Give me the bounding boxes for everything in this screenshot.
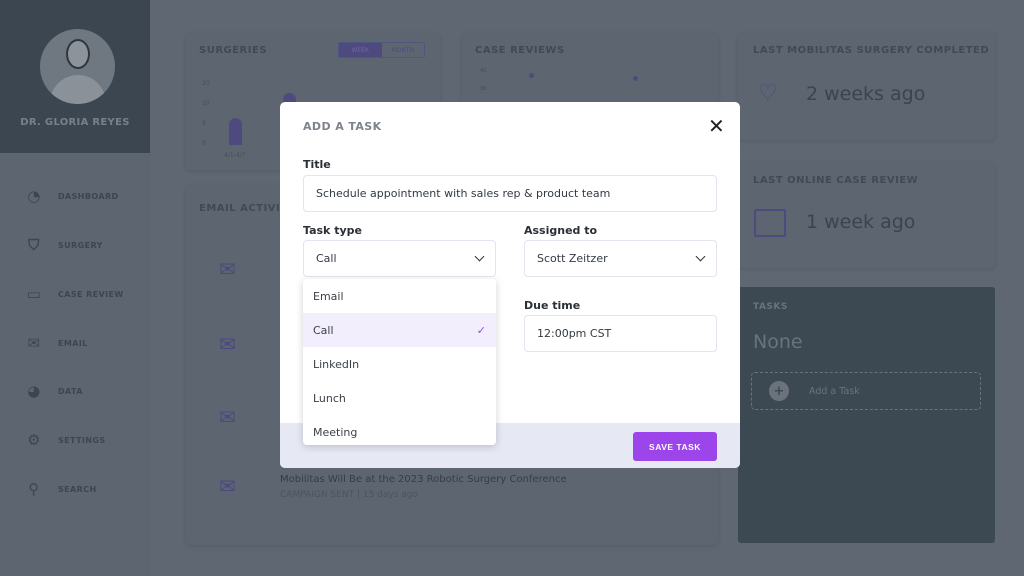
y-tick: 0 — [202, 140, 206, 147]
option-meeting[interactable]: Meeting — [303, 415, 496, 449]
y-tick: 5 — [202, 120, 206, 127]
card-title: CASE REVIEWS — [475, 45, 565, 56]
y-tick: 40 — [480, 68, 487, 74]
envelope-icon: ✉ — [219, 405, 236, 429]
nav-label: DASHBOARD — [58, 191, 119, 201]
bar — [229, 118, 242, 145]
nav-label: SURGERY — [58, 240, 103, 250]
nav-label: SETTINGS — [58, 435, 106, 445]
sidebar-item-email[interactable]: ✉ EMAIL — [24, 333, 150, 353]
save-task-button[interactable]: SAVE TASK — [633, 432, 717, 461]
add-task-button[interactable]: + Add a Task — [751, 372, 981, 410]
doctor-name: DR. GLORIA REYES — [20, 117, 130, 128]
card-title: LAST MOBILITAS SURGERY COMPLETED — [753, 45, 990, 56]
y-tick: 20 — [202, 80, 210, 87]
sidebar-item-surgery[interactable]: ⛉ SURGERY — [24, 235, 150, 255]
option-linkedin[interactable]: LinkedIn — [303, 347, 496, 381]
week-month-toggle[interactable]: WEEK MONTH — [338, 42, 425, 58]
title-input[interactable]: Schedule appointment with sales rep & pr… — [303, 175, 717, 212]
data-point — [529, 73, 534, 78]
y-tick: 10 — [202, 100, 210, 107]
shield-heart-icon: ⛉ — [28, 236, 40, 254]
nav-label: SEARCH — [58, 484, 97, 494]
task-type-select[interactable]: Call — [303, 240, 496, 277]
last-review-value: 1 week ago — [806, 211, 916, 233]
sidebar-item-search[interactable]: ⚲ SEARCH — [24, 479, 150, 499]
email-meta: CAMPAIGN SENT | 15 days ago — [280, 490, 418, 500]
envelope-icon: ✉ — [27, 334, 41, 352]
due-time-input[interactable]: 12:00pm CST — [524, 315, 717, 352]
option-label: Lunch — [313, 391, 346, 405]
gear-icon: ⚙ — [27, 431, 41, 449]
email-time: 15 days ago — [362, 490, 418, 500]
monitor-icon — [754, 209, 786, 237]
sidebar-item-data[interactable]: ◕ DATA — [24, 381, 150, 401]
add-task-label: Add a Task — [809, 385, 860, 397]
add-task-modal: ADD A TASK ✕ Title Schedule appointment … — [280, 102, 740, 468]
task-type-value: Call — [316, 252, 337, 265]
envelope-icon: ✉ — [219, 257, 236, 281]
option-label: Call — [313, 323, 334, 337]
last-surgery-card: LAST MOBILITAS SURGERY COMPLETED ♡ 2 wee… — [738, 33, 995, 140]
last-review-card: LAST ONLINE CASE REVIEW 1 week ago — [738, 163, 995, 268]
task-type-label: Task type — [303, 224, 362, 237]
tasks-panel: TASKS None + Add a Task — [738, 287, 995, 543]
sidebar-item-case-review[interactable]: ▭ CASE REVIEW — [24, 284, 150, 304]
title-label: Title — [303, 158, 331, 171]
option-label: Meeting — [313, 425, 358, 439]
task-type-dropdown: Email Call ✓ LinkedIn Lunch Meeting — [303, 279, 496, 445]
assigned-select[interactable]: Scott Zeitzer — [524, 240, 717, 277]
profile-panel: DR. GLORIA REYES — [0, 0, 150, 153]
modal-title: ADD A TASK — [303, 120, 382, 133]
pie-chart-icon: ◕ — [27, 382, 41, 400]
assigned-value: Scott Zeitzer — [537, 252, 608, 265]
chevron-down-icon — [474, 251, 485, 262]
close-icon[interactable]: ✕ — [708, 114, 725, 138]
email-status: CAMPAIGN SENT — [280, 490, 355, 500]
chevron-down-icon — [695, 251, 706, 262]
sidebar-item-dashboard[interactable]: ◔ DASHBOARD — [24, 186, 150, 206]
plus-icon: + — [769, 381, 789, 401]
nav-label: DATA — [58, 386, 83, 396]
email-subject[interactable]: Mobilitas Will Be at the 2023 Robotic Su… — [280, 474, 567, 485]
month-tab[interactable]: MONTH — [382, 43, 425, 57]
option-call[interactable]: Call ✓ — [303, 313, 496, 347]
check-icon: ✓ — [476, 323, 486, 337]
assigned-label: Assigned to — [524, 224, 598, 237]
shield-heart-icon: ♡ — [758, 81, 778, 106]
card-title: SURGERIES — [199, 45, 268, 56]
envelope-icon: ✉ — [219, 332, 236, 356]
option-lunch[interactable]: Lunch — [303, 381, 496, 415]
card-title: TASKS — [753, 302, 788, 312]
tasks-value: None — [753, 331, 803, 353]
due-value: 12:00pm CST — [537, 327, 612, 340]
option-email[interactable]: Email — [303, 279, 496, 313]
avatar — [40, 29, 115, 104]
card-title: LAST ONLINE CASE REVIEW — [753, 175, 919, 186]
envelope-icon: ✉ — [219, 474, 236, 498]
y-tick: 30 — [480, 86, 487, 92]
nav-label: EMAIL — [58, 338, 88, 348]
search-icon: ⚲ — [28, 480, 40, 498]
nav-label: CASE REVIEW — [58, 289, 124, 299]
option-label: LinkedIn — [313, 357, 360, 371]
due-label: Due time — [524, 299, 581, 312]
title-value: Schedule appointment with sales rep & pr… — [316, 187, 611, 200]
last-surgery-value: 2 weeks ago — [806, 83, 926, 105]
gauge-icon: ◔ — [27, 187, 41, 205]
week-tab[interactable]: WEEK — [339, 43, 382, 57]
x-label: 4/1-4/7 — [224, 152, 246, 159]
data-point — [633, 76, 638, 81]
option-label: Email — [313, 289, 344, 303]
sidebar-item-settings[interactable]: ⚙ SETTINGS — [24, 430, 150, 450]
monitor-icon: ▭ — [26, 285, 42, 303]
